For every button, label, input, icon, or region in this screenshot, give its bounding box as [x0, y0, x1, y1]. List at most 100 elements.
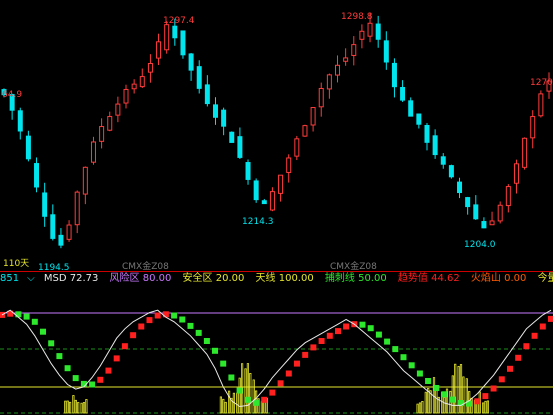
price-label-low-3: 1204.0	[464, 240, 496, 250]
msd-block	[326, 332, 333, 339]
msd-block	[56, 353, 63, 360]
msd-block	[195, 329, 202, 336]
candle-body	[457, 181, 463, 194]
msd-block	[203, 338, 210, 344]
candle-body	[115, 103, 121, 116]
fire-mountain-value: 火焰山 0.00	[470, 273, 527, 284]
fire-mountain-bar	[484, 400, 487, 414]
price-label-high-right: 1270	[530, 78, 553, 88]
msd-block	[64, 365, 71, 372]
fire-mountain-bar	[249, 373, 252, 414]
msd-block	[23, 313, 30, 320]
candle-body	[440, 156, 446, 165]
candle-body	[375, 23, 381, 40]
msd-block	[474, 398, 481, 405]
candle-body	[196, 66, 202, 89]
candle-body	[74, 191, 80, 226]
msd-block	[15, 311, 22, 318]
msd-block	[531, 332, 538, 339]
volume-value: 今量 0.00	[537, 273, 553, 284]
fire-mountain-bar	[72, 395, 75, 414]
fire-mountain-bar	[82, 402, 86, 414]
fire-mountain-bar	[77, 402, 80, 414]
candlestick-series	[1, 12, 552, 249]
msd-block	[113, 355, 120, 362]
fire-mountain-bar	[64, 400, 67, 414]
fire-mountain-bar	[238, 377, 241, 414]
msd-block	[433, 385, 440, 391]
fire-mountain-bar	[462, 376, 465, 414]
candle-body	[530, 116, 536, 139]
msd-block	[416, 370, 423, 377]
fire-mountain-bar	[219, 396, 222, 414]
candle-body	[473, 204, 479, 220]
msd-block	[449, 396, 456, 403]
msd-block	[269, 389, 276, 396]
candle-body	[245, 162, 251, 180]
msd-value: MSD 72.73	[43, 273, 99, 284]
chevron-down-icon[interactable]: ⌵	[27, 273, 35, 284]
msd-block	[507, 365, 513, 372]
candle-body	[204, 84, 210, 105]
candle-body	[42, 192, 48, 217]
candle-body	[343, 57, 349, 62]
msd-block	[130, 332, 137, 339]
candle-body	[278, 174, 284, 194]
candle-body	[367, 22, 373, 37]
msd-block	[121, 343, 128, 350]
indicator-selector-label[interactable]: 851	[0, 273, 19, 284]
msd-block	[310, 344, 317, 351]
msd-block	[40, 328, 46, 335]
msd-block	[441, 391, 448, 398]
candle-body	[99, 126, 105, 142]
candle-body	[326, 74, 332, 90]
msd-block	[105, 367, 112, 374]
candle-body	[123, 88, 129, 104]
indicator-legend-bar: 851 ⌵ MSD 72.73 风险区 80.00 安全区 20.00 天线 10…	[0, 272, 553, 286]
indicator-selector[interactable]: 851 ⌵	[0, 273, 39, 284]
candle-body	[408, 100, 414, 117]
fire-mountain-bar	[451, 375, 454, 414]
msd-block	[171, 312, 178, 319]
candle-body	[489, 220, 495, 226]
candle-body	[424, 125, 430, 143]
msd-block	[318, 338, 325, 344]
watermark-label-2: CMX金Z08	[330, 260, 377, 271]
msd-block	[277, 380, 284, 387]
candle-body	[513, 163, 519, 184]
msd-block	[539, 323, 546, 330]
price-label-high-left: 64.9	[2, 90, 22, 100]
price-label-peak-1: 1297.4	[163, 16, 195, 26]
msd-block	[179, 316, 186, 323]
candle-body	[432, 135, 438, 156]
watermark-label: CMX金Z08	[122, 260, 169, 271]
price-label-peak-2: 1298.8	[341, 12, 373, 22]
price-label-low-2: 1214.3	[242, 217, 274, 227]
fire-mountain-bar	[222, 398, 225, 414]
candle-body	[25, 135, 31, 160]
msd-block	[498, 376, 505, 383]
msd-block	[302, 351, 309, 358]
candle-body	[58, 234, 64, 246]
fire-mountain-bar	[227, 390, 231, 414]
candle-body	[400, 86, 406, 101]
msd-block	[97, 376, 104, 383]
candle-body	[391, 62, 397, 88]
fire-mountain-bar	[481, 402, 485, 414]
fire-mountain-bar	[435, 387, 438, 414]
candle-body	[147, 62, 153, 73]
fire-mountain-bar	[424, 391, 427, 414]
fall-line-value: 捕刺线 50.00	[324, 273, 387, 284]
fire-mountain-bar	[69, 401, 72, 414]
candle-body	[17, 110, 23, 132]
fire-mountain-bar	[236, 392, 239, 414]
period-label: 110天	[3, 259, 29, 269]
candle-body	[90, 141, 96, 163]
msd-block	[392, 346, 399, 353]
candle-body	[212, 104, 218, 118]
candle-body	[164, 24, 170, 51]
candle-body	[34, 163, 40, 188]
msd-block	[482, 393, 489, 400]
fire-mountain-bar	[260, 401, 264, 414]
msd-block	[285, 370, 292, 377]
